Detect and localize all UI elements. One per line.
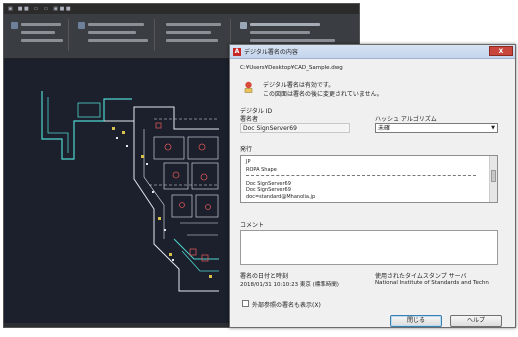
signer-label: 署名者 (240, 116, 259, 123)
chevron-down-icon: ▼ (491, 125, 495, 131)
ribbon-tool-label[interactable] (166, 31, 211, 34)
scroll-thumb[interactable] (491, 170, 496, 182)
hash-algorithm-label: ハッシュ アルゴリズム (375, 116, 437, 123)
ribbon-group (160, 19, 231, 51)
list-scrollbar[interactable] (489, 156, 497, 202)
ribbon-tool-label[interactable] (88, 23, 144, 26)
comment-textarea[interactable] (240, 230, 498, 265)
ribbon-group (74, 19, 155, 51)
signature-seal-icon (244, 81, 253, 93)
ribbon-tool-label[interactable] (88, 39, 148, 42)
checkbox-label: 外部参照の署名も表示(X) (252, 302, 321, 309)
list-item[interactable]: Doc SignServer69 (246, 187, 291, 193)
comment-label: コメント (240, 222, 265, 229)
file-path: C:¥Users¥Desktop¥CAD_Sample.dwg (240, 65, 343, 71)
ribbon-tool-label[interactable] (21, 31, 55, 34)
cad-title-item[interactable]: ▭ (44, 6, 49, 12)
ribbon-tool-label[interactable] (88, 31, 136, 34)
help-button[interactable]: ヘルプ (450, 315, 502, 327)
ribbon-tool-icon[interactable] (78, 22, 85, 29)
ribbon-tool-label[interactable] (250, 23, 320, 26)
cad-title-item[interactable]: ■ ■ (18, 6, 29, 12)
ribbon-tool-icon[interactable] (11, 22, 18, 29)
hash-algorithm-select[interactable]: 未確 ▼ (375, 123, 498, 133)
timestamp-server-label: 使用されたタイムスタンプ サーバ (375, 273, 467, 280)
signer-field: Doc SignServer69 (240, 123, 350, 133)
close-button[interactable]: X (489, 46, 513, 56)
ribbon-tool-icon[interactable] (240, 22, 247, 29)
ribbon-tool-label[interactable] (21, 39, 63, 42)
ribbon-group (8, 19, 69, 51)
cad-title-bar: ▣ ■ ■ ▭ ▭ ▣ ■ ■ (4, 4, 359, 14)
certificate-list[interactable]: JP ROPA Shape Doc SignServer69 Doc SignS… (240, 155, 498, 203)
show-xref-signatures-checkbox[interactable] (242, 300, 249, 307)
signed-time-value: 2018/01/31 10:10:23 東京 (標準時間) (240, 282, 339, 288)
cad-title-item[interactable]: ▭ (34, 6, 39, 12)
dialog-title-bar: A デジタル署名の内容 X (230, 45, 515, 59)
list-item[interactable]: JP (246, 159, 251, 165)
ribbon-tool-label[interactable] (166, 23, 221, 26)
digital-signature-dialog: A デジタル署名の内容 X C:¥Users¥Desktop¥CAD_Sampl… (229, 44, 516, 328)
signature-status-line2: この図面は署名の後に変更されていません。 (263, 91, 383, 98)
app-logo-icon: A (233, 47, 241, 56)
close-dialog-button[interactable]: 閉じる (390, 315, 442, 327)
ribbon-tool-label[interactable] (250, 39, 335, 42)
list-divider (246, 175, 476, 177)
timestamp-server-value: National Institute of Standards and Tech… (375, 280, 489, 286)
ribbon-tool-label[interactable] (21, 23, 61, 26)
ribbon-tool-label[interactable] (166, 39, 218, 42)
list-item[interactable]: ROPA Shape (246, 167, 277, 173)
dialog-title: デジタル署名の内容 (244, 49, 298, 56)
hash-algorithm-value: 未確 (378, 125, 391, 132)
list-item[interactable]: doc=standard@Mhanolia.jp (246, 194, 315, 200)
cad-title-item[interactable]: ▣ ■ ■ (53, 6, 70, 12)
cad-title-item[interactable]: ▣ (8, 6, 13, 12)
ribbon-tool-label[interactable] (250, 31, 310, 34)
signed-time-label: 署名の日付と時刻 (240, 273, 289, 280)
certificate-section-label: 発行 (240, 146, 253, 153)
signature-status-line1: デジタル署名は有効です。 (263, 82, 335, 89)
